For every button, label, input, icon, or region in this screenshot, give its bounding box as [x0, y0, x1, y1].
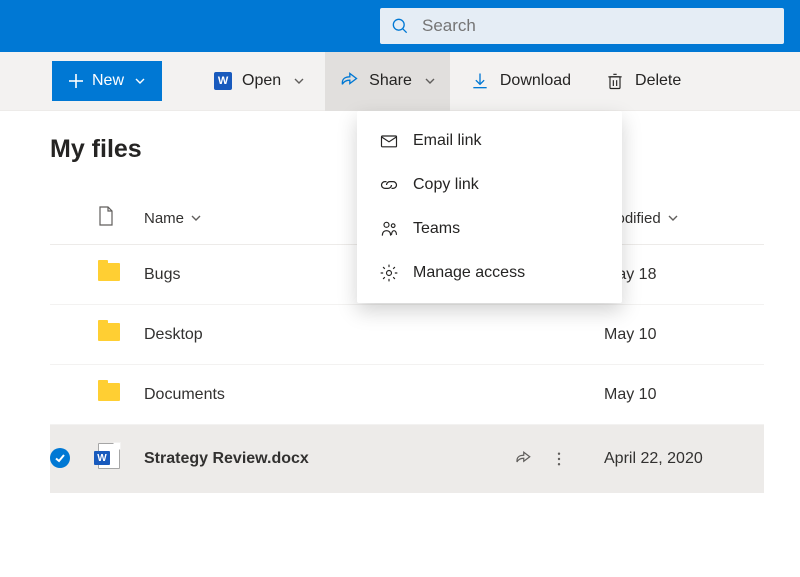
share-icon[interactable] — [514, 450, 532, 468]
menu-item-email-link[interactable]: Email link — [357, 119, 622, 163]
menu-item-copy-link[interactable]: Copy link — [357, 163, 622, 207]
file-name[interactable]: Desktop — [144, 305, 514, 365]
search-box[interactable] — [380, 8, 784, 44]
column-name-label: Name — [144, 210, 184, 227]
file-name[interactable]: Strategy Review.docx — [144, 425, 514, 493]
word-document-icon: W — [98, 443, 120, 469]
download-button-label: Download — [500, 72, 571, 90]
table-row[interactable]: Documents May 10 — [50, 365, 764, 425]
menu-item-label: Teams — [413, 220, 460, 238]
file-modified: May 10 — [604, 365, 764, 425]
menu-item-label: Manage access — [413, 264, 525, 282]
column-modified[interactable]: Modified — [604, 192, 764, 245]
teams-icon — [379, 219, 399, 239]
share-button[interactable]: Share — [325, 52, 450, 111]
open-button[interactable]: W Open — [200, 52, 319, 111]
content-area: Email link Copy link Teams Manage access… — [0, 111, 800, 493]
trash-icon — [605, 71, 625, 91]
table-row[interactable]: Desktop May 10 — [50, 305, 764, 365]
plus-icon — [68, 73, 84, 89]
chevron-down-icon — [293, 75, 305, 87]
new-button-label: New — [92, 72, 124, 90]
share-icon — [339, 71, 359, 91]
menu-item-manage-access[interactable]: Manage access — [357, 251, 622, 295]
link-icon — [379, 175, 399, 195]
more-actions-icon[interactable] — [550, 450, 568, 468]
folder-icon — [98, 263, 120, 281]
file-modified: May 10 — [604, 305, 764, 365]
menu-item-label: Copy link — [413, 176, 479, 194]
chevron-down-icon — [134, 75, 146, 87]
chevron-down-icon — [190, 212, 202, 224]
delete-button-label: Delete — [635, 72, 681, 90]
file-modified: April 22, 2020 — [604, 425, 764, 493]
open-button-label: Open — [242, 72, 281, 90]
chevron-down-icon — [667, 212, 679, 224]
selected-check-icon[interactable] — [50, 448, 70, 468]
folder-icon — [98, 383, 120, 401]
folder-icon — [98, 323, 120, 341]
download-icon — [470, 71, 490, 91]
file-icon — [98, 206, 114, 226]
delete-button[interactable]: Delete — [591, 52, 695, 111]
download-button[interactable]: Download — [456, 52, 585, 111]
search-input[interactable] — [422, 16, 774, 36]
search-icon — [390, 16, 410, 36]
app-header — [0, 0, 800, 52]
word-app-icon: W — [214, 72, 232, 90]
column-type-icon[interactable] — [98, 192, 144, 245]
table-row[interactable]: W Strategy Review.docx April 22, 2020 — [50, 425, 764, 493]
new-button[interactable]: New — [52, 61, 162, 101]
command-bar: New W Open Share Download Delete — [0, 52, 800, 111]
gear-icon — [379, 263, 399, 283]
file-modified: May 18 — [604, 245, 764, 305]
share-dropdown-menu: Email link Copy link Teams Manage access — [357, 111, 622, 303]
column-select — [50, 192, 98, 245]
share-button-label: Share — [369, 72, 412, 90]
chevron-down-icon — [424, 75, 436, 87]
menu-item-label: Email link — [413, 132, 481, 150]
mail-icon — [379, 131, 399, 151]
menu-item-teams[interactable]: Teams — [357, 207, 622, 251]
file-name[interactable]: Documents — [144, 365, 514, 425]
